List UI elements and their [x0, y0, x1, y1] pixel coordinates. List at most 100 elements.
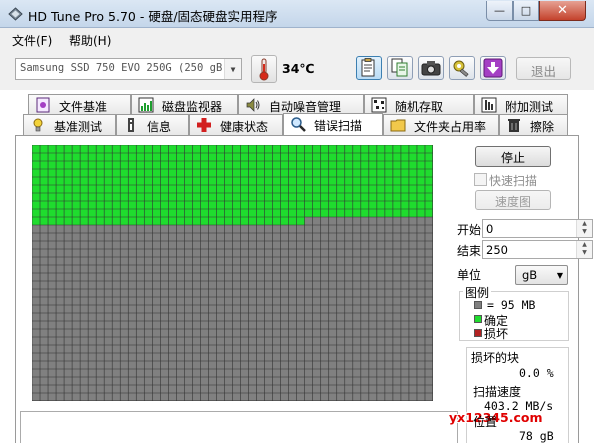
minimize-button[interactable]: — — [486, 1, 513, 21]
scan-block-ok — [224, 177, 233, 185]
scan-block-ok — [232, 209, 241, 217]
scan-block-ok — [384, 161, 393, 169]
tab-random-access[interactable]: 随机存取 — [364, 94, 474, 115]
tab-aam[interactable]: 自动噪音管理 — [238, 94, 364, 115]
scan-block-ok — [352, 201, 361, 209]
copy-document-icon — [391, 58, 408, 77]
scan-block-ok — [104, 209, 113, 217]
copy-info-button[interactable] — [356, 56, 382, 80]
scan-block-ok — [168, 217, 177, 225]
scan-block-ok — [96, 217, 105, 225]
scan-block-ok — [184, 177, 193, 185]
scan-block-ok — [192, 177, 201, 185]
scan-block-ok — [296, 169, 305, 177]
scan-block-ok — [208, 209, 217, 217]
scan-block-ok — [40, 177, 49, 185]
scan-block-ok — [240, 193, 249, 201]
scan-block-ok — [272, 153, 281, 161]
unit-select[interactable]: gB ▼ — [515, 265, 568, 285]
scan-block-ok — [320, 153, 329, 161]
scan-block-ok — [112, 217, 121, 225]
scan-block-ok — [280, 209, 289, 217]
scan-block-ok — [296, 201, 305, 209]
tab-error-scan[interactable]: 错误扫描 — [283, 113, 383, 135]
scan-block-ok — [368, 153, 377, 161]
temperature-button[interactable] — [251, 55, 277, 83]
scan-block-ok — [40, 153, 49, 161]
scan-block-ok — [144, 209, 153, 217]
options-button[interactable] — [449, 56, 475, 80]
scan-block-ok — [248, 145, 257, 153]
magnifier-icon — [291, 117, 306, 132]
scan-block-ok — [200, 177, 209, 185]
scan-block-ok — [296, 209, 305, 217]
tab-benchmark[interactable]: 基准测试 — [23, 114, 116, 135]
start-input[interactable]: 0 ▲ ▼ — [482, 219, 593, 238]
scan-block-ok — [264, 161, 273, 169]
scan-block-ok — [312, 153, 321, 161]
scan-block-ok — [304, 169, 313, 177]
scan-block-ok — [296, 217, 305, 225]
speed-map-button[interactable]: 速度图 — [475, 190, 551, 210]
scan-block-ok — [344, 169, 353, 177]
tab-erase[interactable]: 擦除 — [499, 114, 568, 135]
copy-all-button[interactable] — [387, 56, 413, 80]
scan-block-ok — [424, 153, 433, 161]
scan-block-ok — [120, 209, 129, 217]
legend-title: 图例 — [463, 284, 492, 301]
scan-block-ok — [424, 161, 433, 169]
scan-block-ok — [64, 185, 73, 193]
tab-info[interactable]: 信息 — [116, 114, 189, 135]
scan-block-ok — [88, 193, 97, 201]
scan-block-ok — [232, 193, 241, 201]
benchmark-icon — [33, 118, 43, 132]
close-button[interactable]: ✕ — [539, 1, 586, 21]
scan-block-ok — [192, 169, 201, 177]
scan-block-ok — [200, 145, 209, 153]
scan-block-ok — [152, 209, 161, 217]
stop-button[interactable]: 停止 — [475, 146, 551, 167]
menu-help[interactable]: 帮助(H) — [69, 32, 111, 49]
tab-folder-usage[interactable]: 文件夹占用率 — [383, 114, 499, 135]
menu-file[interactable]: 文件(F) — [12, 32, 52, 49]
tab-label: 基准测试 — [54, 120, 103, 134]
scan-block-ok — [344, 145, 353, 153]
save-button[interactable] — [480, 56, 506, 80]
tab-health[interactable]: 健康状态 — [189, 114, 283, 135]
tab-disk-monitor[interactable]: 磁盘监视器 — [131, 94, 238, 115]
scan-block-ok — [376, 185, 385, 193]
scan-block-ok — [80, 169, 89, 177]
scan-block-ok — [184, 161, 193, 169]
scan-block-ok — [96, 161, 105, 169]
scan-block-ok — [408, 201, 417, 209]
scan-block-ok — [408, 161, 417, 169]
scan-block-ok — [216, 145, 225, 153]
drive-select[interactable]: Samsung SSD 750 EVO 250G (250 gB) ▼ — [15, 58, 242, 80]
scan-block-ok — [312, 145, 321, 153]
scan-block-ok — [328, 145, 337, 153]
exit-button[interactable]: 退出 — [516, 57, 571, 80]
tab-file-benchmark[interactable]: 文件基准 — [28, 94, 131, 115]
screenshot-button[interactable] — [418, 56, 444, 80]
scan-block-ok — [264, 201, 273, 209]
scan-block-ok — [80, 153, 89, 161]
scan-block-ok — [408, 209, 417, 217]
scan-block-ok — [104, 193, 113, 201]
spinner-arrows-icon[interactable]: ▲ ▼ — [576, 241, 592, 258]
scan-block-ok — [280, 153, 289, 161]
scan-block-ok — [144, 153, 153, 161]
scan-block-ok — [192, 153, 201, 161]
file-benchmark-icon — [36, 97, 50, 113]
scan-block-ok — [152, 217, 161, 225]
quick-scan-checkbox[interactable] — [474, 173, 487, 186]
scan-block-ok — [160, 145, 169, 153]
scan-block-ok — [128, 209, 137, 217]
chevron-down-icon: ▼ — [224, 59, 241, 79]
maximize-button[interactable]: □ — [513, 1, 539, 21]
scan-block-ok — [88, 161, 97, 169]
scan-block-ok — [144, 201, 153, 209]
tab-extra-tests[interactable]: 附加测试 — [474, 94, 568, 115]
spinner-arrows-icon[interactable]: ▲ ▼ — [576, 220, 592, 237]
end-input[interactable]: 250 ▲ ▼ — [482, 240, 593, 259]
scan-block-ok — [360, 185, 369, 193]
